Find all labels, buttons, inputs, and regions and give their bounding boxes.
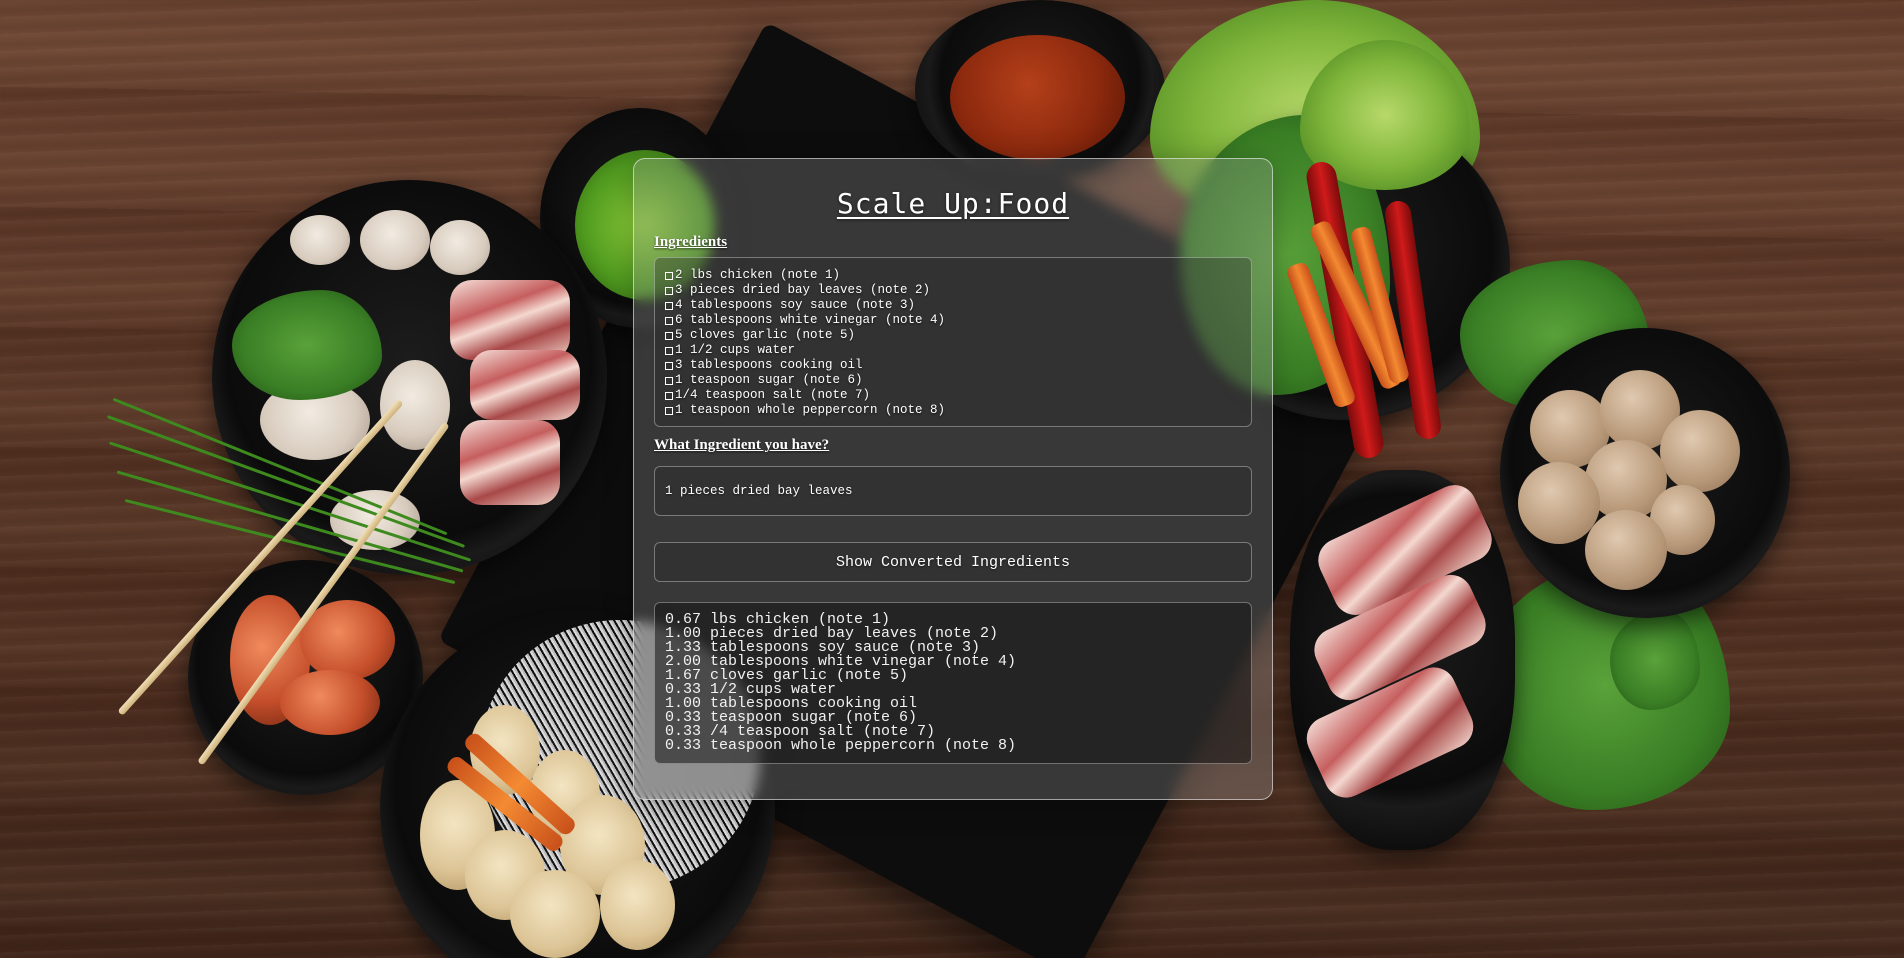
chili-sauce-image bbox=[950, 35, 1125, 160]
ingredient-text: 1 1/2 cups water bbox=[675, 343, 796, 357]
ingredient-item[interactable]: 1 teaspoon sugar (note 6) bbox=[665, 373, 1241, 388]
ingredient-item[interactable]: 6 tablespoons white vinegar (note 4) bbox=[665, 313, 1241, 328]
have-ingredient-input[interactable] bbox=[654, 466, 1252, 516]
converted-item: 0.33 teaspoon whole peppercorn (note 8) bbox=[665, 737, 1017, 754]
checkbox-icon[interactable] bbox=[665, 406, 673, 415]
checkbox-icon[interactable] bbox=[665, 376, 673, 385]
recipe-scaler-card: Scale Up:Food Ingredients 2 lbs chicken … bbox=[633, 158, 1273, 800]
have-ingredient-heading: What Ingredient you have? bbox=[654, 437, 830, 453]
show-converted-button[interactable]: Show Converted Ingredients bbox=[654, 542, 1252, 582]
ingredient-item[interactable]: 1 1/2 cups water bbox=[665, 343, 1241, 358]
ingredient-item[interactable]: 1 teaspoon whole peppercorn (note 8) bbox=[665, 403, 1241, 418]
ingredients-heading: Ingredients bbox=[654, 234, 728, 250]
ingredient-text: 4 tablespoons soy sauce (note 3) bbox=[675, 298, 916, 312]
ingredient-text: 1 teaspoon sugar (note 6) bbox=[675, 373, 863, 387]
ingredient-text: 1 teaspoon whole peppercorn (note 8) bbox=[675, 403, 946, 417]
ingredient-text: 1/4 teaspoon salt (note 7) bbox=[675, 388, 871, 402]
ingredient-item[interactable]: 2 lbs chicken (note 1) bbox=[665, 268, 1241, 283]
ingredient-text: 3 tablespoons cooking oil bbox=[675, 358, 863, 372]
ingredient-item[interactable]: 1/4 teaspoon salt (note 7) bbox=[665, 388, 1241, 403]
converted-ingredients-output: 0.67 lbs chicken (note 1) 1.00 pieces dr… bbox=[654, 602, 1252, 764]
app-title: Scale Up:Food bbox=[836, 187, 1070, 220]
ingredient-text: 5 cloves garlic (note 5) bbox=[675, 328, 856, 342]
checkbox-icon[interactable] bbox=[665, 271, 673, 280]
ingredient-item[interactable]: 3 pieces dried bay leaves (note 2) bbox=[665, 283, 1241, 298]
checkbox-icon[interactable] bbox=[665, 301, 673, 310]
ingredient-text: 6 tablespoons white vinegar (note 4) bbox=[675, 313, 946, 327]
ingredient-item[interactable]: 3 tablespoons cooking oil bbox=[665, 358, 1241, 373]
checkbox-icon[interactable] bbox=[665, 316, 673, 325]
ingredient-item[interactable]: 5 cloves garlic (note 5) bbox=[665, 328, 1241, 343]
pork-roll-image bbox=[450, 280, 570, 360]
checkbox-icon[interactable] bbox=[665, 331, 673, 340]
ingredient-item[interactable]: 4 tablespoons soy sauce (note 3) bbox=[665, 298, 1241, 313]
checkbox-icon[interactable] bbox=[665, 361, 673, 370]
ingredient-text: 2 lbs chicken (note 1) bbox=[675, 268, 841, 282]
mushroom-image bbox=[290, 215, 350, 265]
ingredients-list: 2 lbs chicken (note 1) 3 pieces dried ba… bbox=[654, 257, 1252, 427]
checkbox-icon[interactable] bbox=[665, 346, 673, 355]
ingredient-text: 3 pieces dried bay leaves (note 2) bbox=[675, 283, 931, 297]
checkbox-icon[interactable] bbox=[665, 286, 673, 295]
checkbox-icon[interactable] bbox=[665, 391, 673, 400]
